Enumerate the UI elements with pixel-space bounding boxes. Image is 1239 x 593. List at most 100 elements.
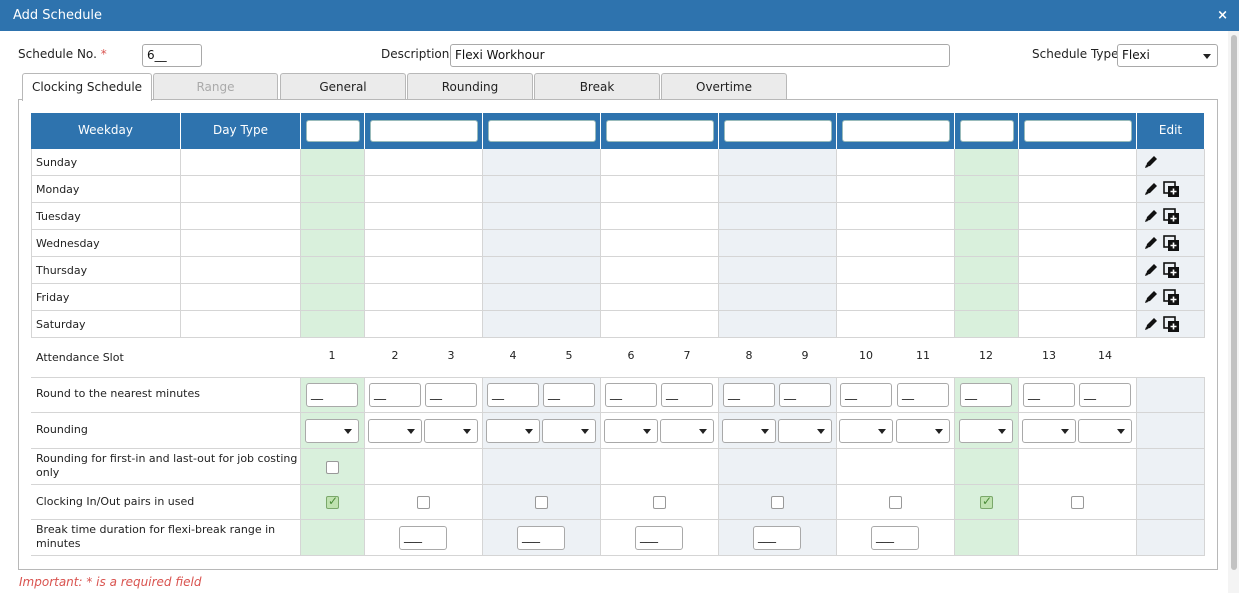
rounding-select[interactable] [1022,419,1076,443]
chevron-down-icon [407,429,415,434]
required-field-note: Important: * is a required field [19,575,202,589]
rounding-select[interactable] [1078,419,1132,443]
copy-add-icon[interactable] [1163,181,1179,197]
header-slot-input[interactable] [960,120,1014,142]
round-minutes-input[interactable]: __ [779,383,831,407]
rounding-select[interactable] [368,419,422,443]
pencil-icon[interactable] [1143,289,1159,305]
slot-number: 4 [509,349,517,362]
pairs-used-checkbox[interactable] [1071,495,1084,509]
round-minutes-input[interactable]: __ [306,383,358,407]
tab-range[interactable]: Range [153,73,278,100]
chevron-down-icon [581,429,589,434]
rounding-select[interactable] [486,419,540,443]
header-slot-input[interactable] [370,120,478,142]
slot-number: 1 [328,349,336,362]
chevron-down-icon [935,429,943,434]
pairs-used-checkbox[interactable] [653,495,666,509]
settings-cell [837,449,955,485]
tab-overtime[interactable]: Overtime [661,73,787,100]
tab-break[interactable]: Break [534,73,660,100]
round-minutes-input[interactable]: __ [425,383,477,407]
break-duration-input[interactable]: ___ [871,526,919,550]
round-minutes-input[interactable]: __ [1079,383,1131,407]
copy-add-icon[interactable] [1163,289,1179,305]
slot-number: 13 [1042,349,1056,362]
pencil-icon[interactable] [1143,154,1159,170]
copy-add-icon[interactable] [1163,235,1179,251]
settings-row-label: Round to the nearest minutes [36,387,200,400]
table-cell [837,230,955,257]
copy-add-icon[interactable] [1163,262,1179,278]
tab-rounding[interactable]: Rounding [407,73,533,100]
chevron-down-icon [1061,429,1069,434]
round-minutes-input[interactable]: __ [840,383,892,407]
rounding-select[interactable] [660,419,714,443]
rounding-select[interactable] [778,419,832,443]
description-input[interactable]: Flexi Workhour [450,44,950,67]
break-duration-input[interactable]: ___ [399,526,447,550]
copy-add-icon[interactable] [1163,316,1179,332]
pencil-icon[interactable] [1143,208,1159,224]
rounding-select[interactable] [305,419,359,443]
round-minutes-input[interactable]: __ [1023,383,1075,407]
settings-cell [365,449,483,485]
header-slot-input[interactable] [724,120,832,142]
pairs-used-checkbox[interactable] [889,495,902,509]
round-minutes-input[interactable]: __ [487,383,539,407]
settings-cell [601,449,719,485]
break-duration-input[interactable]: ___ [753,526,801,550]
table-cell [719,230,837,257]
table-cell [365,176,483,203]
pairs-used-checkbox[interactable] [535,495,548,509]
round-minutes-input[interactable]: __ [897,383,949,407]
chevron-down-icon [878,429,886,434]
round-minutes-input[interactable]: __ [661,383,713,407]
rounding-select[interactable] [424,419,478,443]
close-icon[interactable]: × [1217,0,1228,31]
pairs-used-checkbox[interactable] [771,495,784,509]
rounding-select[interactable] [604,419,658,443]
round-minutes-input[interactable]: __ [960,383,1012,407]
first-in-last-out-checkbox[interactable] [326,461,339,474]
scrollbar-thumb[interactable] [1231,35,1237,570]
header-slot-input[interactable] [606,120,714,142]
pairs-used-checkbox[interactable] [326,494,339,509]
header-slot-input[interactable] [488,120,596,142]
table-cell [837,311,955,338]
schedule-type-select[interactable]: Flexi [1117,44,1218,67]
rounding-select[interactable] [722,419,776,443]
pencil-icon[interactable] [1143,235,1159,251]
rounding-select[interactable] [959,419,1013,443]
header-slot-input[interactable] [1024,120,1132,142]
pencil-icon[interactable] [1143,181,1159,197]
table-cell [483,149,601,176]
break-duration-input[interactable]: ___ [517,526,565,550]
pencil-icon[interactable] [1143,316,1159,332]
break-duration-input[interactable]: ___ [635,526,683,550]
chevron-down-icon [344,429,352,434]
schedule-no-input[interactable]: 6__ [142,44,202,67]
table-cell [365,257,483,284]
round-minutes-input[interactable]: __ [543,383,595,407]
tab-general[interactable]: General [280,73,406,100]
rounding-select[interactable] [839,419,893,443]
pairs-used-checkbox[interactable] [417,495,430,509]
table-cell [483,176,601,203]
round-minutes-input[interactable]: __ [605,383,657,407]
table-border [31,149,32,338]
header-slot-input[interactable] [306,120,360,142]
round-minutes-input[interactable]: __ [369,383,421,407]
vertical-scrollbar[interactable] [1228,31,1239,593]
settings-row-label: Clocking In/Out pairs in used [36,495,195,508]
rounding-select[interactable] [896,419,950,443]
tab-clocking-schedule[interactable]: Clocking Schedule [22,73,152,101]
chevron-down-icon [1203,54,1211,59]
round-minutes-input[interactable]: __ [723,383,775,407]
weekday-label: Saturday [36,318,86,331]
rounding-select[interactable] [542,419,596,443]
pairs-used-checkbox[interactable] [980,494,993,509]
header-slot-input[interactable] [842,120,950,142]
pencil-icon[interactable] [1143,262,1159,278]
copy-add-icon[interactable] [1163,208,1179,224]
